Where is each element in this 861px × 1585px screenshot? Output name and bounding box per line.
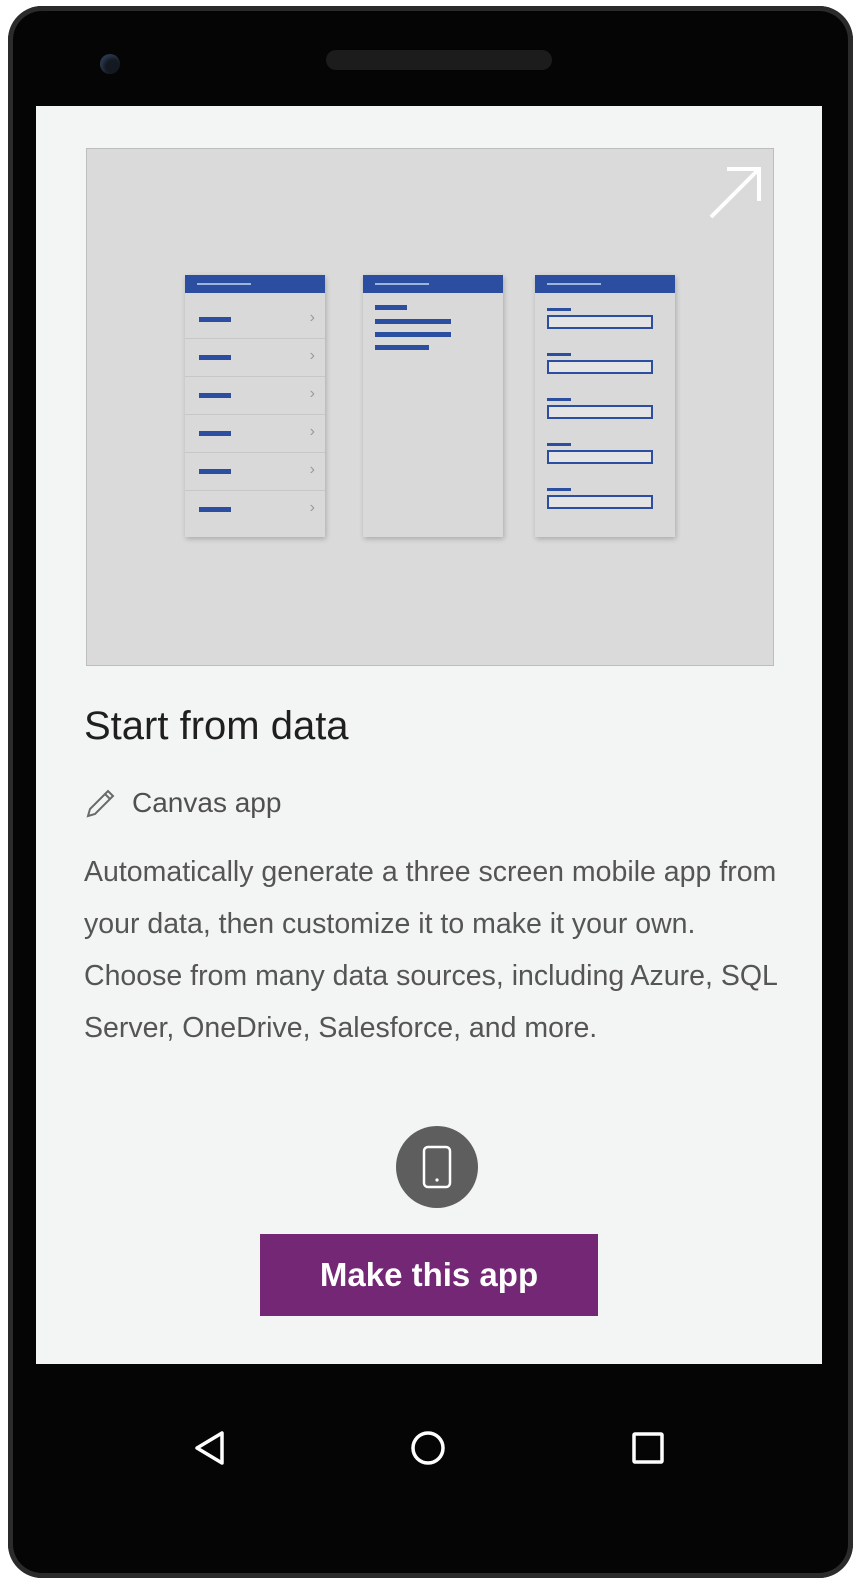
list-screen-mock: › › › › › ›	[185, 275, 325, 537]
mock-detail-line	[375, 345, 429, 350]
phone-frame: › › › › › › Start from data Canvas app A…	[8, 6, 853, 1578]
pencil-icon	[86, 789, 115, 818]
mock-field-label	[547, 353, 571, 356]
mock-field-box	[547, 495, 653, 509]
app-screen: › › › › › › Start from data Canvas app A…	[36, 106, 822, 1364]
mock-list-row: ›	[185, 339, 325, 377]
earpiece-speaker	[326, 50, 552, 70]
mock-field-box	[547, 315, 653, 329]
front-camera	[100, 54, 120, 74]
mock-detail-line	[375, 332, 451, 337]
mock-field-label	[547, 308, 571, 311]
template-description: Automatically generate a three screen mo…	[84, 856, 777, 1044]
detail-screen-mock	[363, 275, 503, 537]
mock-field-box	[547, 450, 653, 464]
device-badge	[396, 1126, 478, 1208]
mock-header	[535, 275, 675, 293]
app-type-label: Canvas app	[132, 787, 282, 818]
mock-field-label	[547, 488, 571, 491]
edit-screen-mock	[535, 275, 675, 537]
mock-header	[363, 275, 503, 293]
expand-arrow-icon[interactable]	[703, 159, 769, 225]
mock-field-label	[547, 443, 571, 446]
back-triangle-icon	[195, 1431, 224, 1465]
phone-icon	[422, 1145, 452, 1189]
mock-list-row: ›	[185, 491, 325, 528]
home-circle-icon	[411, 1431, 445, 1465]
mock-list-row: ›	[185, 301, 325, 339]
mock-field-label	[547, 398, 571, 401]
recents-square-icon	[632, 1432, 664, 1464]
mock-field-box	[547, 360, 653, 374]
template-preview-image: › › › › › ›	[86, 148, 774, 666]
template-title: Start from data	[84, 704, 349, 748]
mock-detail-line	[375, 319, 451, 324]
home-button[interactable]	[398, 1418, 458, 1478]
mock-list-row: ›	[185, 453, 325, 491]
mock-header	[185, 275, 325, 293]
recents-button[interactable]	[618, 1418, 678, 1478]
make-this-app-button[interactable]: Make this app	[260, 1234, 598, 1316]
mock-detail-line	[375, 305, 407, 310]
app-type: Canvas app	[84, 786, 281, 820]
mock-list-row: ›	[185, 377, 325, 415]
mock-field-box	[547, 405, 653, 419]
mock-list-row: ›	[185, 415, 325, 453]
back-button[interactable]	[180, 1418, 240, 1478]
